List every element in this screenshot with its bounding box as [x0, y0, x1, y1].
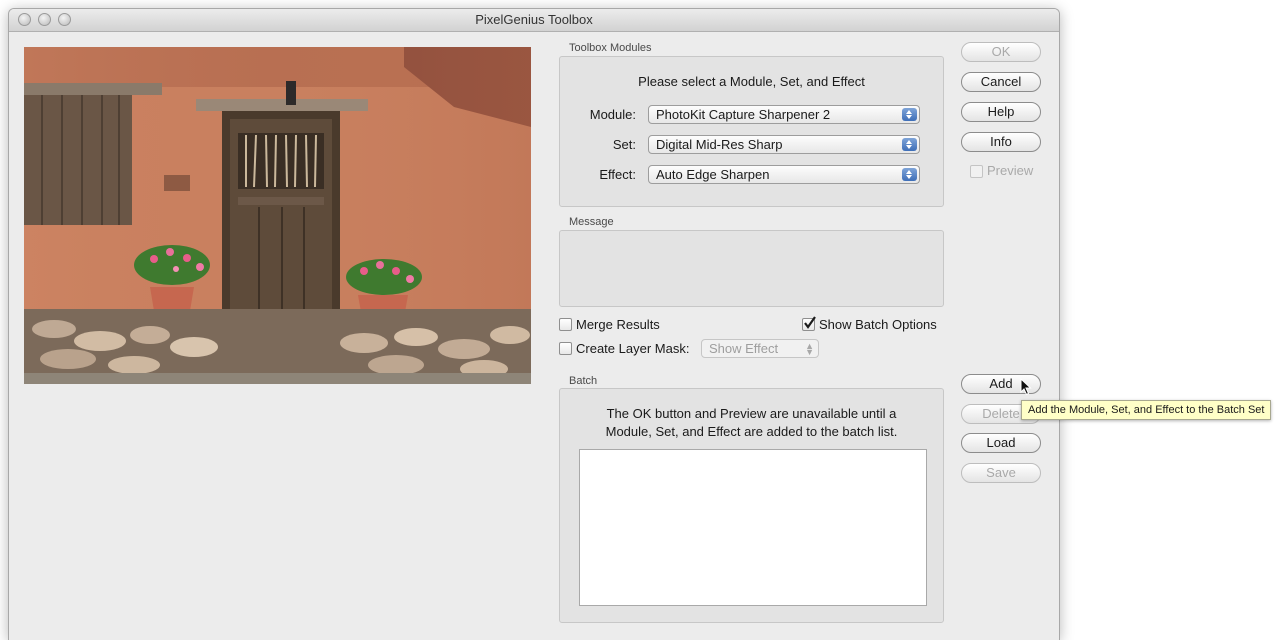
- batch-group-label: Batch: [569, 375, 598, 387]
- load-button[interactable]: Load: [961, 433, 1041, 453]
- modules-group: Please select a Module, Set, and Effect …: [559, 56, 944, 207]
- create-layer-mask-label: Create Layer Mask:: [576, 341, 690, 356]
- merge-results-label: Merge Results: [576, 317, 660, 332]
- show-batch-options-checkbox[interactable]: [802, 316, 816, 331]
- create-layer-mask-checkbox[interactable]: [559, 342, 572, 355]
- preview-label: Preview: [987, 163, 1034, 178]
- batch-info: The OK button and Preview are unavailabl…: [560, 405, 943, 441]
- effect-select-value: Auto Edge Sharpen: [656, 167, 770, 182]
- module-label: Module:: [589, 107, 636, 122]
- cancel-button[interactable]: Cancel: [961, 72, 1041, 92]
- module-select-arrows-icon: [902, 108, 917, 121]
- layer-mask-arrows-icon: ▲ ▼: [805, 341, 814, 357]
- title-bar: PixelGenius Toolbox: [9, 9, 1059, 32]
- help-button[interactable]: Help: [961, 102, 1041, 122]
- modules-prompt: Please select a Module, Set, and Effect: [638, 74, 865, 89]
- batch-list[interactable]: [579, 449, 927, 606]
- set-label: Set:: [612, 137, 636, 152]
- merge-results-checkbox[interactable]: [559, 318, 572, 331]
- window-title: PixelGenius Toolbox: [475, 12, 593, 27]
- effect-select-arrows-icon: [902, 168, 917, 181]
- set-select-arrows-icon: [902, 138, 917, 151]
- batch-info-line-2: Module, Set, and Effect are added to the…: [605, 424, 898, 439]
- module-select-value: PhotoKit Capture Sharpener 2: [656, 107, 831, 122]
- ok-button[interactable]: OK: [961, 42, 1041, 62]
- modules-group-label: Toolbox Modules: [569, 42, 652, 54]
- mouse-pointer-icon: [1020, 378, 1032, 396]
- preview-checkbox[interactable]: [970, 165, 983, 178]
- preview-image: [24, 47, 531, 384]
- layer-mask-select[interactable]: Show Effect ▲ ▼: [701, 339, 819, 358]
- set-select-value: Digital Mid-Res Sharp: [656, 137, 783, 152]
- effect-label: Effect:: [599, 167, 636, 182]
- layer-mask-select-value: Show Effect: [709, 341, 779, 356]
- info-button[interactable]: Info: [961, 132, 1041, 152]
- effect-select[interactable]: Auto Edge Sharpen: [648, 165, 920, 184]
- toolbox-dialog: PixelGenius Toolbox Toolbox Modules Plea…: [8, 8, 1060, 640]
- batch-group: The OK button and Preview are unavailabl…: [559, 388, 944, 623]
- save-button[interactable]: Save: [961, 463, 1041, 483]
- add-button-tooltip: Add the Module, Set, and Effect to the B…: [1021, 400, 1272, 420]
- batch-info-line-1: The OK button and Preview are unavailabl…: [606, 406, 897, 421]
- checkmark-icon: [804, 316, 816, 329]
- message-group-label: Message: [569, 216, 614, 228]
- set-select[interactable]: Digital Mid-Res Sharp: [648, 135, 920, 154]
- module-select[interactable]: PhotoKit Capture Sharpener 2: [648, 105, 920, 124]
- show-batch-options-label: Show Batch Options: [819, 317, 937, 332]
- message-box: [559, 230, 944, 307]
